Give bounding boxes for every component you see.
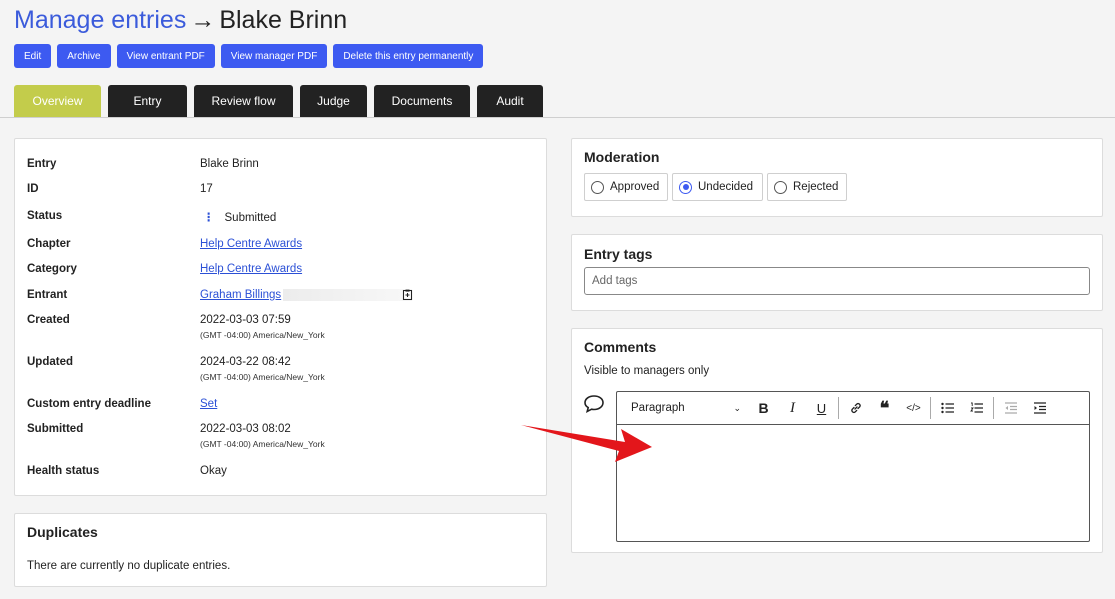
- toolbar-separator: [930, 397, 931, 419]
- detail-value: 2024-03-22 08:42 (GMT -04:00) America/New…: [200, 356, 325, 382]
- detail-value: 2022-03-03 08:02 (GMT -04:00) America/New…: [200, 423, 325, 449]
- moderation-rejected[interactable]: Rejected: [767, 173, 847, 201]
- comment-text-area[interactable]: [617, 426, 1089, 542]
- moderation-undecided[interactable]: Undecided: [672, 173, 763, 201]
- detail-label: Created: [27, 314, 70, 326]
- view-manager-pdf-button[interactable]: View manager PDF: [220, 44, 328, 68]
- edit-button[interactable]: Edit: [14, 44, 52, 68]
- editor-toolbar: Paragraph ⌄ B I U ❝ </>: [617, 392, 1089, 425]
- tab-divider: [0, 117, 1115, 118]
- duplicates-message: There are currently no duplicate entries…: [27, 560, 231, 572]
- tab-judge[interactable]: Judge: [300, 85, 367, 117]
- redacted-email: [283, 289, 404, 301]
- detail-label: Health status: [27, 465, 100, 477]
- created-date: 2022-03-03 07:59: [200, 314, 291, 326]
- bulleted-list-icon[interactable]: [933, 392, 962, 424]
- indent-icon[interactable]: [1025, 392, 1054, 424]
- detail-label: Submitted: [27, 423, 84, 435]
- detail-value: Blake Brinn: [200, 158, 259, 170]
- outdent-icon[interactable]: [996, 392, 1025, 424]
- detail-label: Chapter: [27, 238, 71, 250]
- detail-label: Updated: [27, 356, 73, 368]
- entrant-link[interactable]: Graham Billings: [200, 289, 281, 301]
- tab-bar: Overview Entry Review flow Judge Documen…: [14, 85, 543, 117]
- archive-button[interactable]: Archive: [57, 44, 111, 68]
- comments-visibility-note: Visible to managers only: [584, 365, 710, 377]
- chevron-down-icon: ⌄: [733, 402, 741, 413]
- tab-audit[interactable]: Audit: [477, 85, 543, 117]
- timezone-note: (GMT -04:00) America/New_York: [200, 330, 325, 340]
- toolbar-separator: [993, 397, 994, 419]
- tab-entry[interactable]: Entry: [108, 85, 187, 117]
- duplicates-title: Duplicates: [27, 524, 98, 540]
- radio-button-selected[interactable]: [679, 180, 692, 194]
- tab-documents[interactable]: Documents: [374, 85, 470, 117]
- underline-icon[interactable]: U: [807, 392, 836, 424]
- comments-title: Comments: [584, 339, 657, 355]
- entry-tags-title: Entry tags: [584, 246, 653, 262]
- entry-details-card: Entry Blake Brinn ID 17 Status ⋮ Submitte…: [14, 138, 547, 496]
- add-tags-input[interactable]: [584, 267, 1090, 295]
- updated-date: 2024-03-22 08:42: [200, 356, 291, 368]
- detail-label: ID: [27, 183, 39, 195]
- entry-tags-card: Entry tags: [571, 234, 1103, 311]
- duplicates-card: Duplicates There are currently no duplic…: [14, 513, 547, 587]
- detail-label: Entry: [27, 158, 57, 170]
- detail-label: Custom entry deadline: [27, 398, 151, 410]
- paragraph-format-value: Paragraph: [631, 402, 685, 414]
- chapter-link[interactable]: Help Centre Awards: [200, 238, 302, 250]
- copy-icon[interactable]: [402, 289, 414, 301]
- moderation-card: Moderation Approved Undecided Rejected: [571, 138, 1103, 217]
- detail-value: 2022-03-03 07:59 (GMT -04:00) America/New…: [200, 314, 325, 340]
- tab-overview[interactable]: Overview: [14, 85, 101, 117]
- submitted-date: 2022-03-03 08:02: [200, 423, 291, 435]
- page-title: Manage entries → Blake Brinn: [14, 4, 347, 36]
- italic-icon[interactable]: I: [778, 392, 807, 424]
- delete-entry-button[interactable]: Delete this entry permanently: [333, 44, 484, 68]
- option-label: Approved: [610, 181, 660, 193]
- category-link[interactable]: Help Centre Awards: [200, 263, 302, 275]
- bold-icon[interactable]: B: [749, 392, 778, 424]
- set-deadline-link[interactable]: Set: [200, 398, 217, 410]
- detail-value: 17: [200, 183, 213, 195]
- option-label: Rejected: [793, 181, 839, 193]
- link-icon[interactable]: [841, 392, 870, 424]
- detail-label: Status: [27, 210, 63, 222]
- option-label: Undecided: [698, 181, 753, 193]
- breadcrumb-arrow: →: [190, 6, 216, 34]
- numbered-list-icon[interactable]: [962, 392, 991, 424]
- page-header: Manage entries → Blake Brinn: [14, 4, 347, 36]
- entrant-value: Graham Billings: [200, 289, 414, 301]
- action-bar: Edit Archive View entrant PDF View manag…: [14, 44, 484, 68]
- radio-button[interactable]: [774, 180, 787, 194]
- detail-value: Okay: [200, 465, 227, 477]
- moderation-approved[interactable]: Approved: [584, 173, 668, 201]
- timezone-note: (GMT -04:00) America/New_York: [200, 372, 325, 382]
- comment-bubble-icon: [584, 395, 604, 414]
- status-menu-icon[interactable]: ⋮: [203, 212, 215, 224]
- moderation-title: Moderation: [584, 149, 660, 165]
- detail-label: Entrant: [27, 289, 68, 301]
- detail-label: Category: [27, 263, 77, 275]
- status-text: Submitted: [224, 212, 277, 224]
- breadcrumb-manage-entries[interactable]: Manage entries: [14, 6, 186, 34]
- toolbar-separator: [838, 397, 839, 419]
- code-icon[interactable]: </>: [899, 392, 928, 424]
- radio-button[interactable]: [591, 180, 604, 194]
- comments-card: Comments Visible to managers only Paragr…: [571, 328, 1103, 553]
- quote-icon[interactable]: ❝: [870, 392, 899, 424]
- tab-review-flow[interactable]: Review flow: [194, 85, 293, 117]
- comment-editor: Paragraph ⌄ B I U ❝ </>: [616, 391, 1090, 542]
- view-entrant-pdf-button[interactable]: View entrant PDF: [116, 44, 215, 68]
- timezone-note: (GMT -04:00) America/New_York: [200, 439, 325, 449]
- paragraph-format-select[interactable]: Paragraph ⌄: [617, 392, 749, 424]
- entry-name: Blake Brinn: [219, 6, 348, 34]
- status-value: ⋮ Submitted: [200, 210, 276, 224]
